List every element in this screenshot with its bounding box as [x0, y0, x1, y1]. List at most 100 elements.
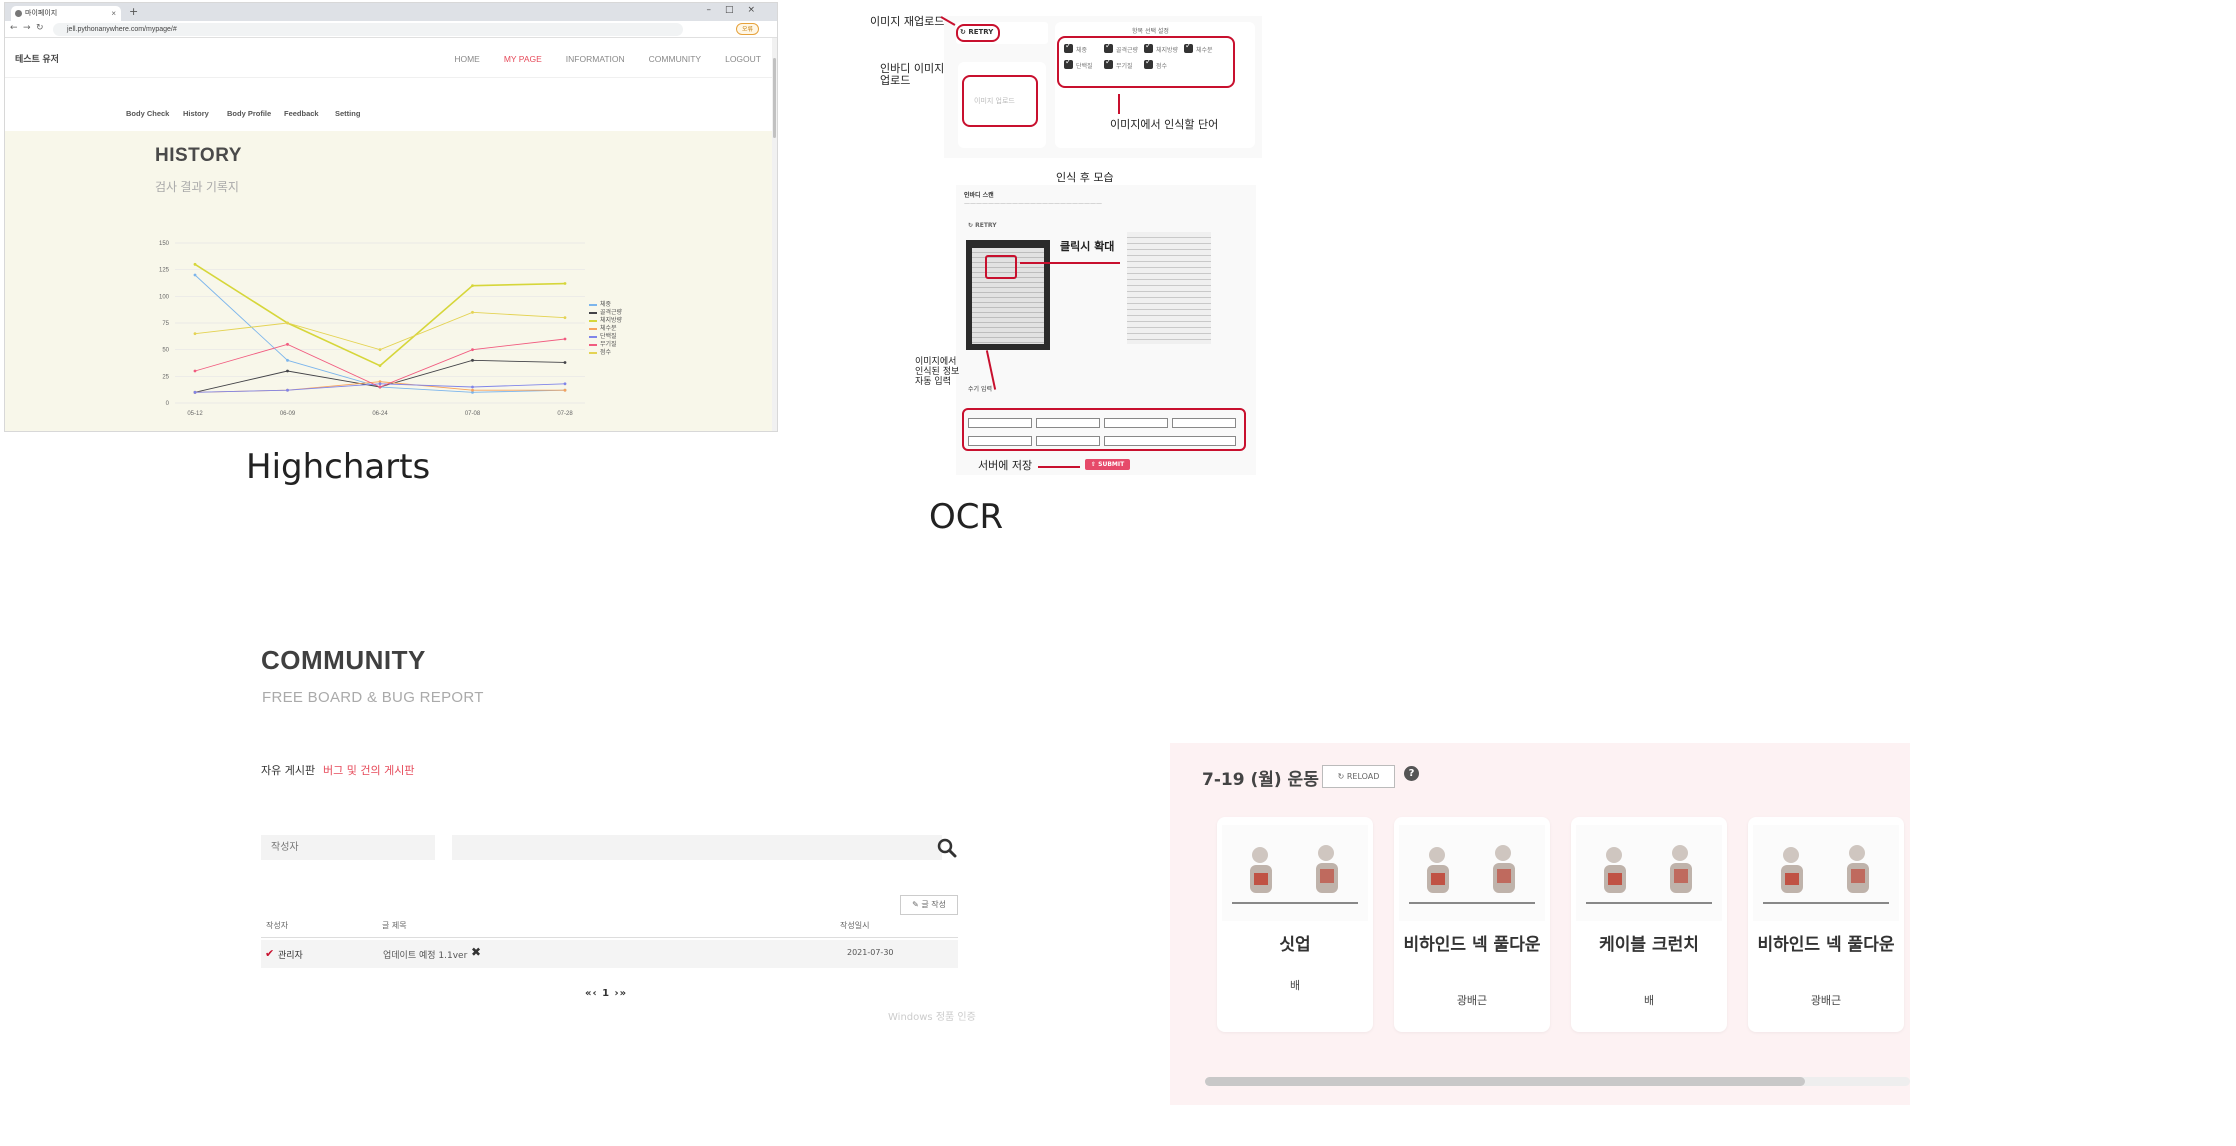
menu-home[interactable]: HOME: [454, 54, 480, 64]
ocr-field[interactable]: [1104, 418, 1168, 428]
site-brand[interactable]: 테스트 유저: [15, 52, 59, 65]
tab-bug-board[interactable]: 버그 및 건의 게시판: [323, 762, 414, 778]
row-date: 2021-07-30: [847, 948, 894, 957]
checkbox[interactable]: [1064, 41, 1073, 53]
reload-label: RELOAD: [1346, 772, 1380, 781]
table-row[interactable]: ✔ 관리자 업데이트 예정 1.1ver ✖ 2021-07-30: [261, 940, 958, 968]
account-badge[interactable]: 오류: [735, 23, 759, 35]
submit-label: SUBMIT: [1098, 461, 1125, 468]
data-point: [471, 385, 474, 389]
exercise-card[interactable]: 비하인드 넥 풀다운 광배근: [1394, 817, 1550, 1032]
ocr-field[interactable]: [968, 436, 1032, 446]
back-icon[interactable]: ←: [10, 23, 18, 33]
data-point: [563, 361, 567, 364]
data-point: [378, 364, 382, 368]
community-title: COMMUNITY: [261, 645, 426, 675]
pagination[interactable]: «‹ 1 ›»: [585, 988, 627, 999]
data-point: [563, 316, 567, 320]
submit-button[interactable]: ⇧ SUBMIT: [1085, 459, 1131, 470]
refresh-icon[interactable]: ↻: [36, 23, 44, 33]
checkbox[interactable]: [1064, 57, 1073, 69]
menu-mypage[interactable]: MY PAGE: [504, 54, 542, 64]
checkbox-label: 체지방량: [1156, 47, 1179, 54]
legend-item[interactable]: 체수분: [589, 325, 622, 333]
checkbox[interactable]: [1144, 57, 1153, 69]
data-point: [286, 388, 289, 392]
scrollbar-thumb[interactable]: [1205, 1077, 1805, 1086]
ann-reupload: 이미지 재업로드: [870, 15, 945, 28]
retry-button[interactable]: ↻ RETRY: [960, 28, 993, 36]
subnav-feedback[interactable]: Feedback: [284, 109, 319, 118]
help-icon[interactable]: ?: [1404, 766, 1419, 781]
menu-community[interactable]: COMMUNITY: [649, 54, 701, 64]
data-point: [286, 342, 289, 346]
menu-logout[interactable]: LOGOUT: [725, 54, 761, 64]
chart-legend[interactable]: 체중 골격근량 체지방량 체수분 단백질 무기질 점수: [589, 301, 622, 357]
close-tab-icon[interactable]: ×: [111, 6, 116, 21]
data-point: [378, 382, 382, 386]
checkbox[interactable]: [1144, 41, 1153, 53]
forward-icon[interactable]: →: [23, 23, 31, 33]
tab-free-board[interactable]: 자유 게시판: [261, 762, 315, 778]
data-point: [193, 369, 197, 373]
url-field[interactable]: jell.pythonanywhere.com/mypage/#: [53, 23, 683, 36]
data-point: [286, 369, 289, 373]
retry-label-2: RETRY: [975, 222, 997, 229]
legend-item[interactable]: 단백질: [589, 333, 622, 341]
row-author: 관리자: [278, 951, 303, 961]
upload-placeholder: 이미지 업로드: [974, 97, 1015, 105]
ocr-field[interactable]: [968, 418, 1032, 428]
checkbox[interactable]: [1184, 41, 1193, 53]
legend-item[interactable]: 체중: [589, 301, 622, 309]
exercise-card[interactable]: 케이블 크런치 배: [1571, 817, 1727, 1032]
site-header: 테스트 유저 HOME MY PAGE INFORMATION COMMUNIT…: [5, 38, 777, 78]
search-input[interactable]: [452, 835, 942, 860]
y-tick-label: 25: [162, 374, 169, 380]
exercise-body-part: 광배근: [1810, 994, 1842, 1007]
page-scrollbar[interactable]: [772, 38, 777, 431]
data-point: [193, 262, 197, 266]
legend-label: 점수: [600, 350, 612, 356]
checkbox[interactable]: [1104, 57, 1113, 69]
checkbox[interactable]: [1104, 41, 1113, 53]
exercise-card[interactable]: 비하인드 넥 풀다운 광배근: [1748, 817, 1904, 1032]
scan-section-title: 인바디 스캔: [964, 192, 994, 199]
search-icon[interactable]: [937, 838, 957, 858]
y-tick-label: 150: [159, 241, 170, 247]
legend-item[interactable]: 골격근량: [589, 309, 622, 317]
ann-after: 인식 후 모습: [1056, 171, 1114, 184]
legend-item[interactable]: 점수: [589, 349, 622, 357]
main-menu: HOME MY PAGE INFORMATION COMMUNITY LOGOU…: [454, 54, 761, 64]
legend-item[interactable]: 체지방량: [589, 317, 622, 325]
menu-information[interactable]: INFORMATION: [566, 54, 625, 64]
legend-label: 골격근량: [600, 310, 623, 316]
zoomed-image[interactable]: [1127, 232, 1211, 344]
legend-item[interactable]: 무기질: [589, 341, 622, 349]
legend-swatch: [589, 320, 597, 322]
ocr-field[interactable]: [1036, 418, 1100, 428]
ocr-field[interactable]: [1036, 436, 1100, 446]
window-controls[interactable]: –□×: [706, 5, 769, 15]
subnav-body-profile[interactable]: Body Profile: [227, 109, 271, 118]
subnav-history[interactable]: History: [183, 109, 209, 118]
row-title[interactable]: 업데이트 예정 1.1ver: [383, 948, 467, 961]
search-category-select[interactable]: 작성자: [261, 835, 435, 860]
write-post-label: 글 작성: [921, 900, 946, 909]
delete-icon[interactable]: ✖: [471, 945, 481, 959]
browser-tab[interactable]: 마이페이지 ×: [11, 6, 121, 21]
reload-button[interactable]: ↻ RELOAD: [1322, 765, 1395, 788]
data-point: [193, 273, 197, 277]
exercise-card[interactable]: 싯업 배: [1217, 817, 1373, 1032]
cards-scrollbar[interactable]: [1205, 1077, 1910, 1086]
caption-highcharts: Highcharts: [246, 447, 431, 487]
data-point: [378, 348, 382, 352]
ocr-date-field[interactable]: [1104, 436, 1236, 446]
new-tab-icon[interactable]: +: [129, 5, 138, 18]
write-post-button[interactable]: ✎ 글 작성: [900, 895, 958, 915]
ocr-field[interactable]: [1172, 418, 1236, 428]
subnav-setting[interactable]: Setting: [335, 109, 360, 118]
subnav-body-check[interactable]: Body Check: [126, 109, 169, 118]
retry-button-2[interactable]: ↻ RETRY: [968, 222, 997, 229]
y-tick-label: 50: [162, 348, 169, 354]
exercise-illustration: [1399, 825, 1545, 921]
